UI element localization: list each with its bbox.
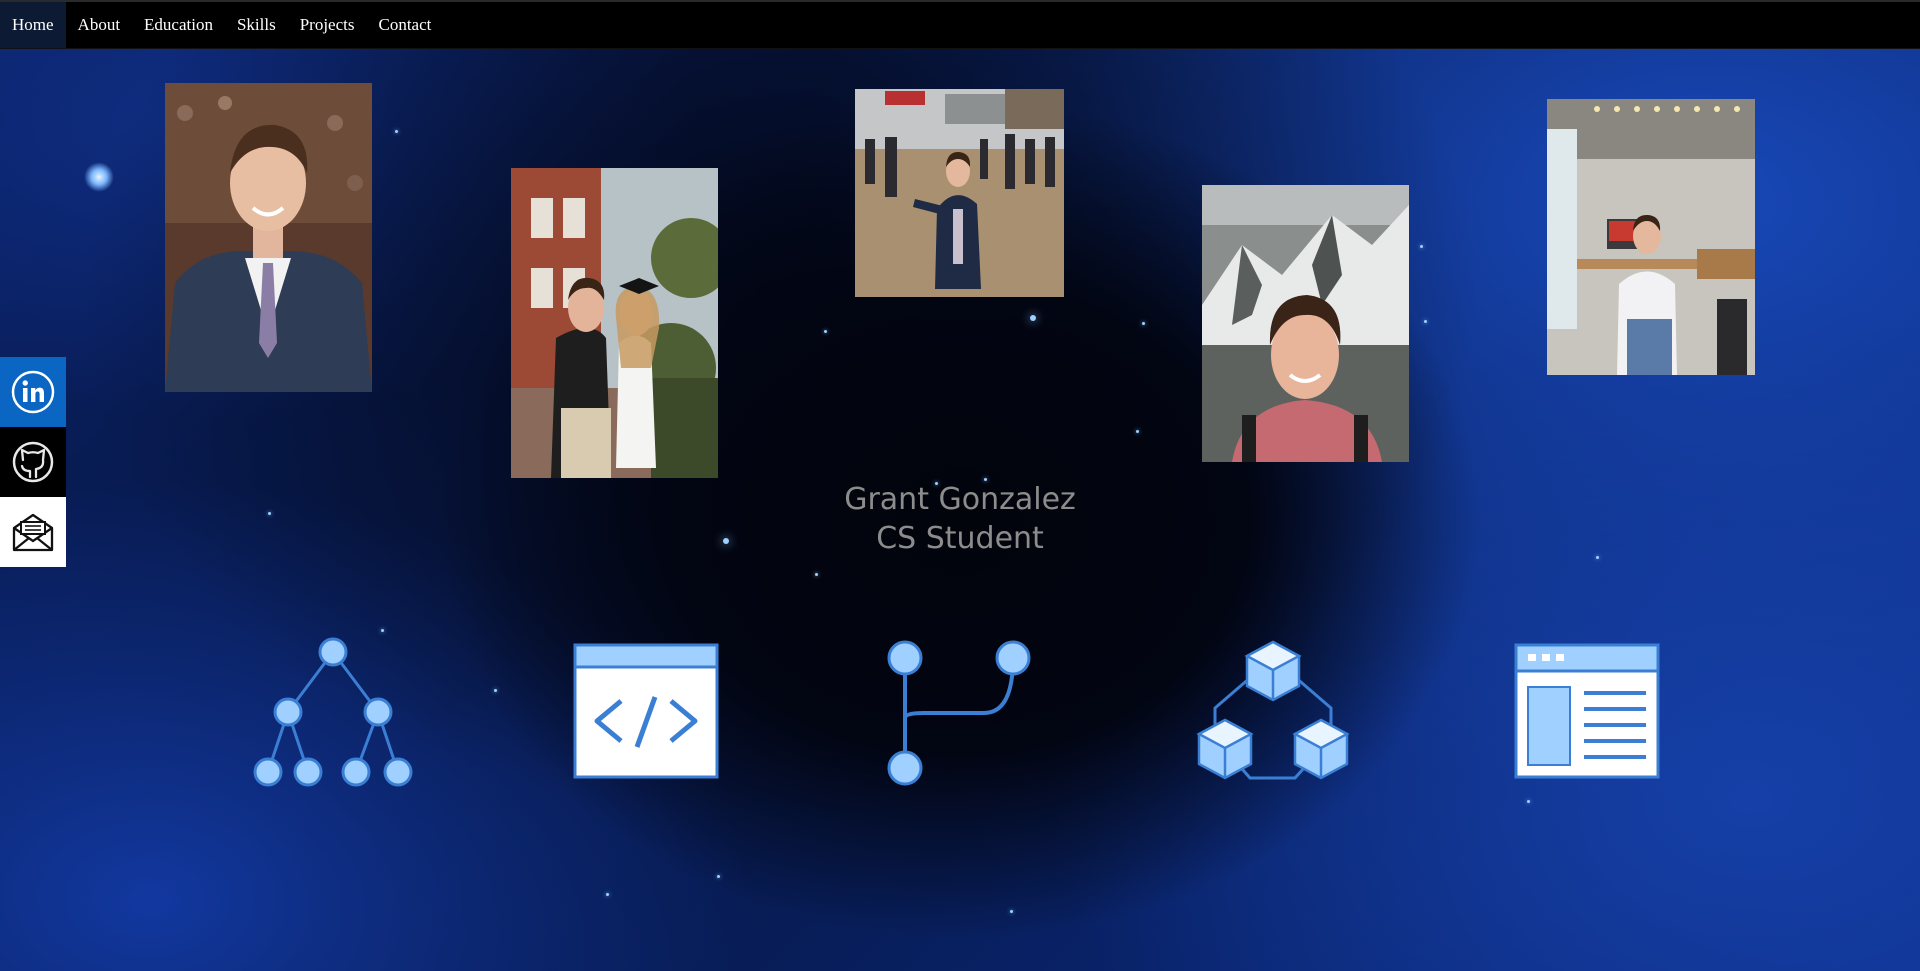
photo-portrait-suit <box>165 83 372 392</box>
cubes-network-icon <box>1195 638 1351 791</box>
web-layout-icon <box>1514 643 1660 786</box>
star <box>824 330 827 333</box>
linkedin-link[interactable] <box>0 357 66 427</box>
star <box>1136 430 1139 433</box>
nav-home[interactable]: Home <box>0 2 66 48</box>
email-link[interactable] <box>0 497 66 567</box>
photo-mountain-selfie <box>1202 185 1409 462</box>
star <box>395 130 398 133</box>
photo-graduation-couple <box>511 168 718 478</box>
nav-contact[interactable]: Contact <box>367 2 444 48</box>
hero-name: Grant Gonzalez <box>844 482 1076 517</box>
nav-skills[interactable]: Skills <box>225 2 288 48</box>
star <box>1527 800 1530 803</box>
star <box>268 512 271 515</box>
photo-outdoor-event <box>855 89 1064 297</box>
github-icon <box>12 441 54 483</box>
hero-subtitle: CS Student <box>876 521 1044 556</box>
star <box>1030 315 1036 321</box>
top-nav: Home About Education Skills Projects Con… <box>0 0 1920 49</box>
email-icon <box>12 513 54 552</box>
star <box>381 629 384 632</box>
nav-about[interactable]: About <box>66 2 133 48</box>
star <box>723 538 729 544</box>
star <box>606 893 609 896</box>
tree-structure-icon <box>250 636 416 797</box>
linkedin-icon <box>11 370 55 414</box>
nav-projects[interactable]: Projects <box>288 2 367 48</box>
git-branch-icon <box>884 638 1034 793</box>
star <box>494 689 497 692</box>
star <box>815 573 818 576</box>
code-window-icon <box>573 643 719 786</box>
star <box>1142 322 1145 325</box>
star <box>717 875 720 878</box>
hero-title-block: Grant Gonzalez CS Student <box>760 480 1160 558</box>
glowing-star <box>84 162 114 192</box>
star <box>1010 910 1013 913</box>
github-link[interactable] <box>0 427 66 497</box>
star <box>1424 320 1427 323</box>
star <box>1420 245 1423 248</box>
star <box>1596 556 1599 559</box>
nav-education[interactable]: Education <box>132 2 225 48</box>
photo-office-desk <box>1547 99 1755 375</box>
